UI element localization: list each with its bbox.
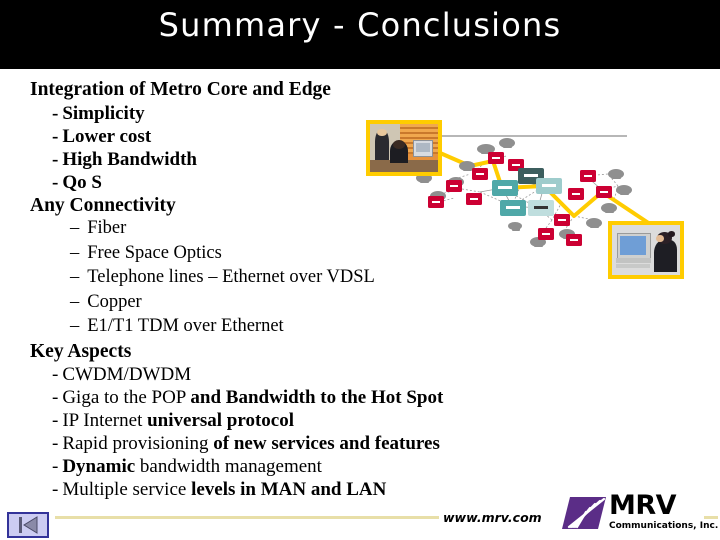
bullet-dynamic-bold: Dynamic	[62, 456, 136, 477]
bullet-dash: -	[52, 479, 59, 500]
bullet-lower-cost-label: Lower cost	[62, 125, 152, 147]
photo-desktop-person-hair-bun	[667, 231, 675, 237]
bullet-dash: -	[52, 125, 59, 147]
footer-website-url[interactable]: www.mrv.com	[439, 510, 546, 525]
bullet-endash: –	[70, 218, 80, 238]
bullet-heading-integration: Integration of Metro Core and Edge	[30, 79, 331, 100]
bullet-dynamic-regular: bandwidth management	[135, 456, 322, 477]
title-bar: Summary - Conclusions	[0, 0, 720, 69]
bullet-rapid-provisioning-bold: of new services and features	[213, 433, 440, 454]
photo-office-person-seated-head	[393, 139, 405, 149]
bullet-endash: –	[70, 242, 80, 263]
bullet-ip-internet-bold: universal protocol	[147, 410, 295, 431]
bullet-endash: –	[70, 316, 80, 336]
bullet-dash: -	[52, 456, 59, 477]
bullet-e1-t1-tdm-label: E1/T1 TDM over Ethernet	[87, 316, 284, 336]
photo-desktop-user	[608, 221, 684, 279]
bullet-qos-label: Qo S	[62, 171, 102, 193]
mrv-logo: MRV Communications, Inc.	[562, 490, 718, 536]
bullet-dash: -	[52, 148, 59, 170]
skip-to-start-icon	[19, 516, 38, 534]
bullet-multiple-service-bold: levels in MAN and LAN	[191, 479, 387, 500]
bullet-ip-internet-regular: IP Internet	[62, 410, 148, 431]
bullet-cwdm-dwdm-label: CWDM/DWDM	[62, 364, 192, 385]
bullet-dash: -	[52, 387, 59, 408]
bullet-simplicity-label: Simplicity	[62, 102, 145, 124]
mrv-tagline: Communications, Inc.	[609, 521, 719, 531]
bullet-telephone-lines-label: Telephone lines – Ethernet over VDSL	[87, 267, 375, 287]
bullet-dash: -	[52, 364, 59, 385]
mrv-logo-mark-icon	[562, 497, 606, 529]
bullet-e1-t1-tdm: – E1/T1 TDM over Ethernet	[30, 317, 500, 336]
photo-office-monitor-screen	[415, 143, 430, 152]
core-switch-nodes	[492, 168, 562, 216]
page-title: Summary - Conclusions	[158, 6, 562, 44]
bullet-rapid-provisioning-regular: Rapid provisioning	[62, 433, 214, 454]
bullet-heading-key-aspects: Key Aspects	[30, 340, 132, 362]
bullet-giga-to-pop: - Giga to the POP and Bandwidth to the Ho…	[30, 388, 500, 407]
photo-desktop-person-face	[656, 234, 664, 242]
bullet-multiple-service-levels: - Multiple service levels in MAN and LAN	[30, 480, 500, 499]
bullet-free-space-optics-label: Free Space Optics	[87, 242, 222, 263]
bullet-high-bandwidth-label: High Bandwidth	[62, 148, 197, 170]
slide: Summary - Conclusions Integration of Met…	[0, 0, 720, 540]
bullet-endash: –	[70, 267, 80, 287]
mrv-wordmark: MRV	[609, 490, 677, 521]
photo-desktop-keyboard	[616, 264, 651, 268]
bullet-giga-to-pop-regular: Giga to the POP	[62, 387, 191, 408]
photo-desktop-person-body	[654, 240, 678, 272]
photo-office-users	[366, 120, 442, 176]
bullet-giga-to-pop-bold: and Bandwidth to the Hot Spot	[190, 387, 444, 408]
photo-desktop-monitor-base	[616, 258, 652, 263]
bullet-endash: –	[70, 291, 80, 312]
bullet-dash: -	[52, 410, 59, 431]
bullet-dash: -	[52, 102, 59, 124]
footer-rule-left	[55, 516, 455, 519]
bullet-dash: -	[52, 171, 59, 193]
bullet-copper: – Copper	[30, 291, 500, 312]
photo-desktop-screen	[620, 235, 646, 255]
bullet-rapid-provisioning: - Rapid provisioning of new services and …	[30, 434, 500, 453]
network-topology-graphic	[362, 116, 720, 286]
photo-office-monitor	[412, 140, 433, 157]
bullet-fiber-label: Fiber	[87, 218, 127, 238]
bullet-cwdm-dwdm: - CWDM/DWDM	[30, 365, 500, 384]
bullet-dynamic-bandwidth: - Dynamic bandwidth management	[30, 457, 500, 476]
nav-previous-slide-button[interactable]	[7, 512, 49, 538]
bullet-ip-internet: - IP Internet universal protocol	[30, 411, 500, 430]
bullet-multiple-service-regular: Multiple service	[62, 479, 192, 500]
bullet-copper-label: Copper	[87, 291, 142, 312]
edge-switch-nodes	[428, 152, 612, 246]
bullet-dash: -	[52, 433, 59, 454]
